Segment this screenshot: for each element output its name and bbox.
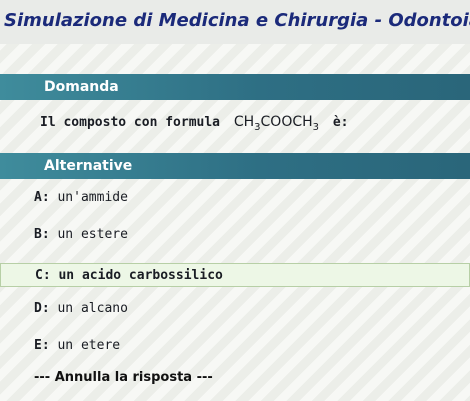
- question-suffix: è:: [332, 115, 349, 130]
- answer-option-d[interactable]: D: un alcano: [0, 297, 470, 321]
- option-letter: D:: [34, 301, 50, 316]
- option-text: un'ammide: [57, 190, 128, 205]
- option-text: un etere: [57, 338, 121, 353]
- option-text: un acido carbossilico: [58, 268, 223, 283]
- question-prefix: Il composto con formula: [40, 115, 221, 130]
- option-letter: B:: [34, 227, 50, 242]
- chemical-formula: CH3COOCH3: [233, 114, 320, 133]
- option-letter: A:: [34, 190, 50, 205]
- question-header: Domanda: [0, 74, 470, 100]
- answer-option-e[interactable]: E: un etere: [0, 334, 470, 358]
- alternatives-header: Alternative: [0, 153, 470, 179]
- page-title: Simulazione di Medicina e Chirurgia - Od…: [0, 0, 470, 44]
- option-text: un estere: [57, 227, 128, 242]
- answer-option-c-selected[interactable]: C: un acido carbossilico: [0, 263, 470, 287]
- formula-subscript-2: 3: [312, 121, 320, 133]
- question-text: Il composto con formula CH3COOCH3 è:: [0, 100, 470, 148]
- formula-part-1: CH: [233, 114, 255, 130]
- formula-part-2: COOCH: [260, 114, 313, 130]
- answer-option-a[interactable]: A: un'ammide: [0, 186, 470, 210]
- answer-option-b[interactable]: B: un estere: [0, 223, 470, 247]
- option-text: un alcano: [57, 301, 128, 316]
- option-letter: E:: [34, 338, 50, 353]
- cancel-answer-link[interactable]: --- Annulla la risposta ---: [34, 370, 213, 385]
- option-letter: C:: [35, 268, 51, 283]
